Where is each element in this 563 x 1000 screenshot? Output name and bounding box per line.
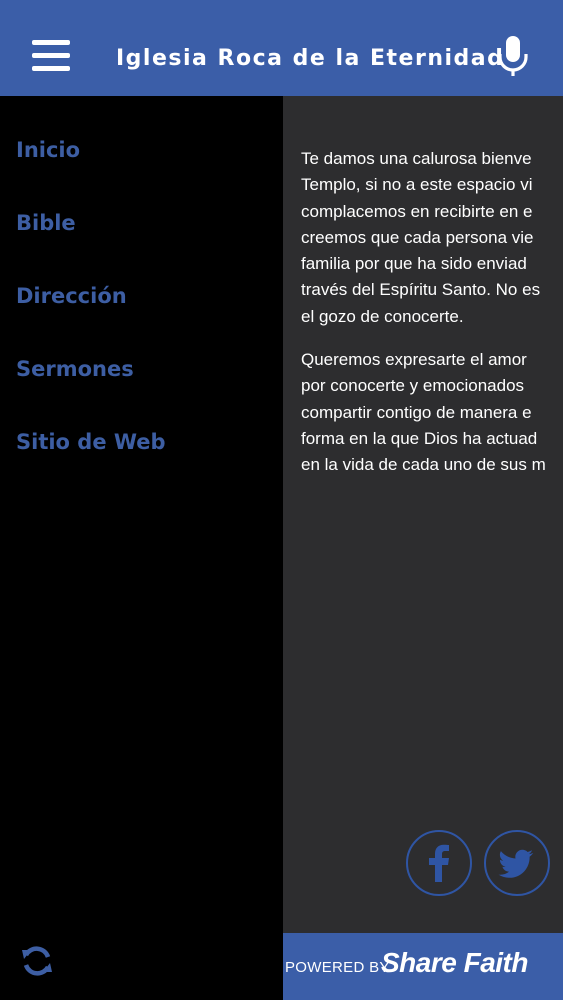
sidebar-item-sitio-web[interactable]: Sitio de Web: [16, 430, 166, 454]
facebook-icon[interactable]: [406, 830, 472, 896]
sidebar-item-inicio[interactable]: Inicio: [16, 138, 80, 162]
paragraph-line: el gozo de conocerte.: [301, 306, 464, 326]
paragraph-line: en la vida de cada uno de sus m: [301, 455, 546, 475]
microphone-icon[interactable]: [496, 34, 530, 78]
hamburger-menu-icon[interactable]: [32, 40, 70, 72]
main-content: Te damos una calurosa bienve Templo, si …: [283, 96, 563, 933]
paragraph-line: Te damos una calurosa bienve: [301, 149, 532, 168]
twitter-icon[interactable]: [484, 830, 550, 896]
sharefaith-logo[interactable]: Share Faith: [381, 947, 528, 979]
paragraph-line: complacemos en recibirte en e: [301, 201, 533, 221]
paragraph-line: Queremos expresarte el amor: [301, 350, 527, 369]
welcome-paragraph: Te damos una calurosa bienve Templo, si …: [301, 146, 563, 330]
paragraph-line: través del Espíritu Santo. No es: [301, 280, 541, 300]
app-header: Iglesia Roca de la Eternidad: [0, 0, 563, 96]
paragraph-line: familia por que ha sido enviad: [301, 254, 527, 274]
powered-by-footer: POWERED BY Share Faith: [283, 933, 563, 1000]
love-paragraph: Queremos expresarte el amor por conocert…: [301, 347, 563, 478]
powered-by-label: POWERED BY: [285, 959, 390, 976]
sidebar-item-sermones[interactable]: Sermones: [16, 357, 134, 381]
paragraph-line: compartir contigo de manera e: [301, 402, 532, 422]
paragraph-line: creemos que cada persona vie: [301, 227, 534, 247]
sidebar-item-bible[interactable]: Bible: [16, 211, 76, 235]
refresh-icon[interactable]: [20, 944, 54, 978]
app-title: Iglesia Roca de la Eternidad: [116, 46, 505, 71]
paragraph-line: por conocerte y emocionados: [301, 376, 525, 396]
side-drawer: Inicio Bible Dirección Sermones Sitio de…: [0, 96, 283, 1000]
sidebar-item-direccion[interactable]: Dirección: [16, 284, 127, 308]
paragraph-line: forma en la que Dios ha actuad: [301, 428, 538, 448]
paragraph-line: Templo, si no a este espacio vi: [301, 175, 533, 195]
